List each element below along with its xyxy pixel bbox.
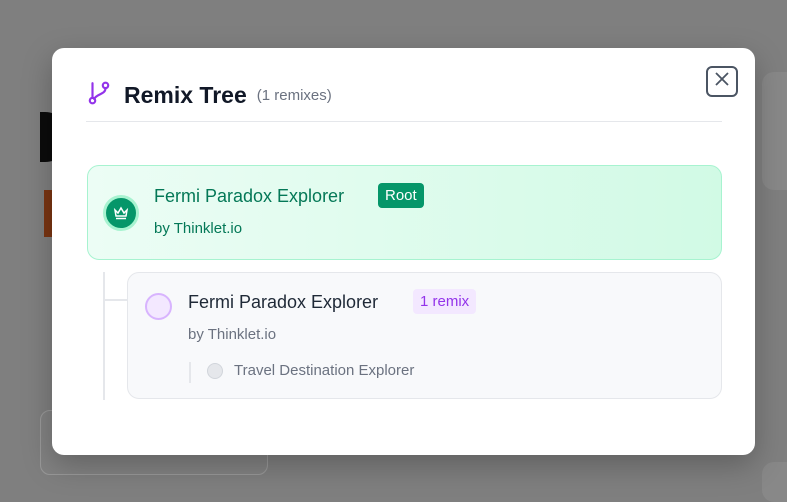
background-side-card-2 — [762, 462, 787, 502]
child-author: by Thinklet.io — [188, 326, 277, 343]
grandchild-dot-icon — [207, 363, 223, 379]
tree-connector-vertical — [103, 272, 105, 400]
tree-connector-horizontal — [105, 299, 127, 301]
remix-count: (1 remixes) — [256, 87, 332, 104]
background-side-card — [762, 72, 787, 190]
root-node[interactable]: Fermi Paradox Explorer Root by Thinklet.… — [87, 165, 722, 260]
root-title[interactable]: Fermi Paradox Explorer — [154, 186, 344, 207]
node-circle-icon — [145, 293, 172, 320]
branch-icon — [86, 80, 112, 111]
child-remix-badge: 1 remix — [413, 289, 477, 314]
close-icon — [714, 71, 730, 92]
close-button[interactable] — [706, 66, 738, 97]
root-badge: Root — [378, 183, 424, 208]
modal-header: Remix Tree (1 remixes) — [86, 80, 332, 111]
modal-title: Remix Tree — [124, 82, 247, 108]
child-title[interactable]: Fermi Paradox Explorer — [188, 292, 378, 313]
remix-tree-modal: Remix Tree (1 remixes) Fermi Paradox Exp… — [52, 48, 755, 455]
crown-icon — [103, 195, 139, 231]
grandchild-connector — [189, 362, 191, 383]
child-node[interactable]: Fermi Paradox Explorer 1 remix by Thinkl… — [127, 272, 722, 399]
root-author: by Thinklet.io — [154, 220, 243, 237]
header-divider — [86, 121, 722, 122]
grandchild-title[interactable]: Travel Destination Explorer — [234, 362, 414, 379]
